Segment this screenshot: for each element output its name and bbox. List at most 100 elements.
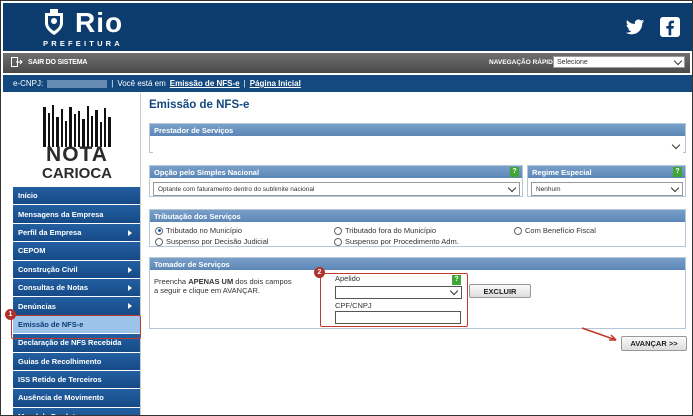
breadcrumb: e-CNPJ: | Você está em Emissão de NFS-e … [3, 75, 692, 92]
sidebar-item-10[interactable]: ISS Retido de Terceiros [13, 370, 140, 390]
sidebar-item-label: Denúncias [18, 301, 56, 311]
simples-select[interactable]: Optante com faturamento dentro do sublim… [153, 182, 520, 196]
sidebar-item-2[interactable]: Perfil da Empresa [13, 223, 140, 243]
breadcrumb-home-link[interactable]: Página Inicial [250, 79, 301, 88]
rio-prefeitura-logo[interactable]: Rio PREFEITURA [39, 7, 125, 48]
tomador-hint-pre: Preencha [154, 277, 189, 286]
tributacao-option-label: Suspenso por Decisão Judicial [166, 237, 269, 246]
regime-header-label: Regime Especial [532, 167, 592, 177]
quick-nav-select[interactable]: Selecione [553, 56, 685, 68]
barcode-bar [43, 107, 46, 147]
chevron-right-icon [128, 229, 132, 236]
regime-value: Nenhum [536, 185, 561, 193]
simples-header: Opção pelo Simples Nacional ? [150, 166, 522, 178]
arrow-pointer-icon [581, 327, 617, 341]
breadcrumb-separator: | [243, 79, 246, 88]
simples-header-label: Opção pelo Simples Nacional [154, 167, 260, 177]
sidebar-item-label: CEPOM [18, 246, 46, 256]
sidebar-item-9[interactable]: Guias de Recolhimento [13, 352, 140, 371]
tributacao-option-label: Com Benefício Fiscal [525, 226, 596, 235]
sidebar-item-label: Declaração de NFS Recebida [18, 338, 122, 348]
tributacao-option-0[interactable]: Tributado no Município [155, 226, 242, 235]
excluir-button[interactable]: EXCLUIR [469, 284, 531, 298]
tomador-hint-line2: a seguir e clique em AVANÇAR. [154, 286, 261, 295]
tributacao-section: Tributação dos Serviços Tributado no Mun… [149, 209, 686, 247]
radio-button[interactable] [334, 226, 342, 235]
logo-subtitle: PREFEITURA [43, 39, 123, 48]
chevron-down-icon [671, 140, 681, 149]
avancar-button[interactable]: AVANÇAR >> [621, 336, 687, 351]
sidebar: NOTA CARIOCA Início Mensagens da Empresa P… [13, 93, 141, 415]
radio-button[interactable] [514, 226, 522, 235]
chevron-right-icon [128, 266, 132, 273]
sidebar-item-label: Construção Civil [18, 264, 78, 274]
tributacao-header: Tributação dos Serviços [150, 210, 685, 222]
barcode-graphic [33, 103, 121, 147]
regime-help-icon[interactable]: ? [673, 167, 682, 177]
quick-nav-label: NAVEGAÇÃO RÁPIDA [489, 59, 558, 66]
tributacao-option-2[interactable]: Com Benefício Fiscal [514, 226, 596, 235]
facebook-icon[interactable] [660, 17, 680, 37]
logout-label: SAIR DO SISTEMA [28, 58, 88, 66]
tributacao-option-label: Tributado no Município [166, 226, 243, 235]
nota-carioca-line1: NOTA [46, 143, 108, 166]
city-crest-icon [45, 9, 63, 35]
sidebar-item-11[interactable]: Ausência de Movimento [13, 389, 140, 408]
sidebar-item-5[interactable]: Consultas de Notas [13, 278, 140, 298]
logo-title: Rio [75, 7, 124, 38]
quick-nav-value: Selecione [557, 58, 588, 66]
tributacao-option-label: Tributado fora do Município [345, 226, 437, 235]
barcode-bar [95, 110, 98, 147]
chevron-right-icon [128, 303, 132, 310]
step-2-highlight [320, 273, 468, 327]
site-header: Rio PREFEITURA [3, 3, 692, 51]
sidebar-item-4[interactable]: Construção Civil [13, 260, 140, 279]
prestador-select[interactable] [153, 139, 683, 153]
sidebar-item-label: Guias de Recolhimento [18, 356, 102, 366]
regime-header: Regime Especial ? [528, 166, 685, 178]
chevron-down-icon [673, 56, 683, 65]
breadcrumb-current-link[interactable]: Emissão de NFS-e [170, 79, 240, 88]
breadcrumb-separator: | [111, 79, 114, 88]
radio-button[interactable] [334, 237, 342, 246]
tomador-hint-post: dos dois campos [233, 277, 292, 286]
nota-carioca-logo: NOTA CARIOCA [21, 99, 133, 185]
barcode-bar [87, 106, 89, 147]
cnpj-value-redacted [47, 79, 108, 88]
sidebar-menu: Início Mensagens da Empresa Perfil da Empr… [13, 187, 140, 415]
tributacao-option-4[interactable]: Suspenso por Procedimento Adm. [334, 237, 459, 246]
breadcrumb-prefix: Você está em [117, 79, 166, 88]
tributacao-option-label: Suspenso por Procedimento Adm. [345, 237, 459, 246]
barcode-bar [48, 113, 50, 147]
step-2-badge: 2 [314, 267, 325, 278]
chevron-down-icon [507, 183, 517, 192]
sidebar-item-6[interactable]: Denúncias [13, 297, 140, 316]
sidebar-item-0[interactable]: Início [13, 187, 140, 206]
sidebar-item-1[interactable]: Mensagens da Empresa [13, 205, 140, 224]
barcode-bar [104, 108, 106, 147]
logout-button[interactable]: SAIR DO SISTEMA [11, 57, 87, 67]
simples-help-icon[interactable]: ? [510, 167, 519, 177]
regime-section: Regime Especial ? Nenhum [527, 165, 686, 197]
sidebar-item-label: ISS Retido de Terceiros [18, 375, 102, 385]
radio-button[interactable] [155, 226, 163, 235]
chevron-right-icon [128, 284, 132, 291]
tomador-header: Tomador de Serviços [150, 258, 685, 270]
sidebar-item-label: Ausência de Movimento [18, 393, 104, 403]
page-title: Emissão de NFS-e [149, 99, 250, 111]
system-toolbar: SAIR DO SISTEMA NAVEGAÇÃO RÁPIDA Selecio… [3, 53, 690, 73]
tributacao-option-1[interactable]: Tributado fora do Município [334, 226, 436, 235]
radio-button[interactable] [155, 237, 163, 246]
sidebar-item-12[interactable]: Mural de Produtos [13, 407, 140, 415]
step-1-highlight [11, 315, 141, 339]
twitter-icon[interactable] [625, 17, 645, 37]
prestador-section: Prestador de Serviços [149, 123, 686, 153]
sidebar-item-3[interactable]: CEPOM [13, 242, 140, 261]
cnpj-label: e-CNPJ: [13, 79, 44, 88]
sidebar-item-label: Mural de Produtos [18, 412, 84, 415]
sidebar-item-label: Perfil da Empresa [18, 227, 82, 237]
regime-select[interactable]: Nenhum [531, 182, 683, 196]
tributacao-option-3[interactable]: Suspenso por Decisão Judicial [155, 237, 269, 246]
barcode-bar [78, 111, 80, 147]
main-content: Emissão de NFS-e Prestador de Serviços O… [147, 93, 689, 415]
